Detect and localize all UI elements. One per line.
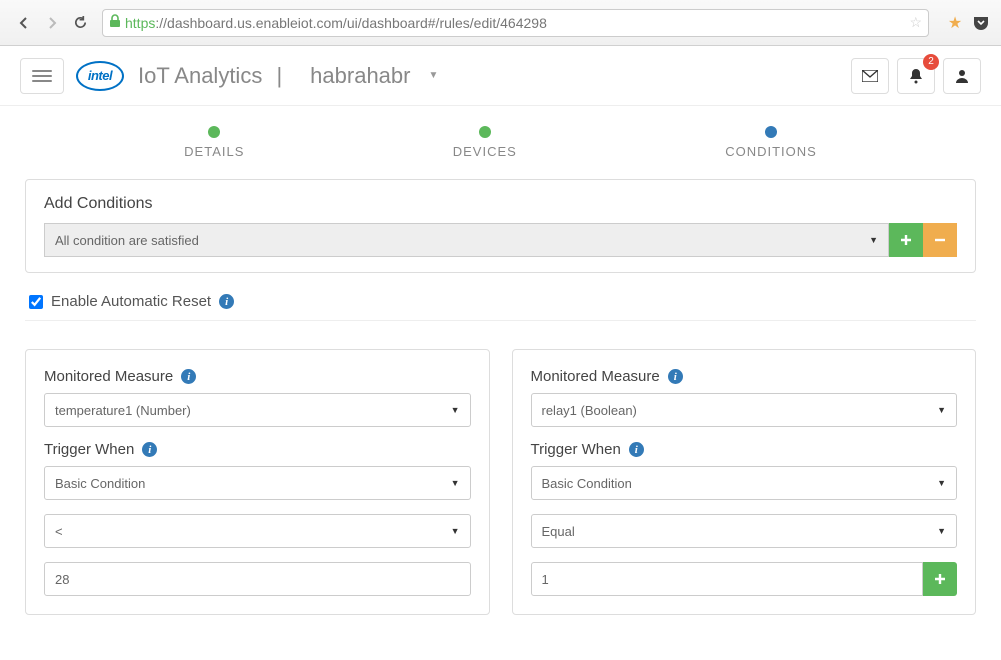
operator-select[interactable]: Equal [531, 514, 958, 548]
auto-reset-row: Enable Automatic Reset i [25, 287, 976, 321]
measure-value: relay1 (Boolean) [542, 403, 637, 418]
operator-value: < [55, 524, 63, 539]
browser-chrome: https ://dashboard.us.enableiot.com/ui/d… [0, 0, 1001, 46]
bookmark-star-icon[interactable]: ☆ [909, 14, 922, 31]
mail-button[interactable] [851, 58, 889, 94]
step-dot-done-icon [479, 126, 491, 138]
step-dot-active-icon [765, 126, 777, 138]
brand-label: IoT Analytics | [138, 63, 290, 89]
panel-title: Add Conditions [44, 195, 957, 213]
app-topbar: intel IoT Analytics | habrahabr ▼ 2 [0, 46, 1001, 106]
threshold-row: 1 [531, 562, 958, 596]
topbar-actions: 2 [851, 58, 981, 94]
url-path: ://dashboard.us.enableiot.com/ui/dashboa… [155, 15, 547, 31]
monitored-measure-label: Monitored Measure i [44, 368, 471, 385]
operator-value: Equal [542, 524, 575, 539]
brand-text: IoT Analytics [138, 63, 262, 88]
trigger-when-label: Trigger When i [531, 441, 958, 458]
notifications-button[interactable]: 2 [897, 58, 935, 94]
main-content: Add Conditions All condition are satisfi… [0, 179, 1001, 615]
info-icon[interactable]: i [629, 442, 644, 457]
user-button[interactable] [943, 58, 981, 94]
auto-reset-checkbox[interactable] [29, 295, 43, 309]
page-content: intel IoT Analytics | habrahabr ▼ 2 DETA… [0, 46, 1001, 660]
trigger-type-value: Basic Condition [542, 476, 632, 491]
pocket-icon[interactable] [971, 13, 991, 33]
brand-divider: | [276, 63, 282, 88]
condition-mode-value: All condition are satisfied [55, 233, 199, 248]
threshold-value: 1 [542, 572, 549, 587]
caret-down-icon: ▼ [428, 70, 438, 81]
info-icon[interactable]: i [219, 294, 234, 309]
url-protocol: https [125, 15, 155, 31]
extension-icons: ★ [945, 13, 991, 33]
back-button[interactable] [10, 9, 38, 37]
step-label: DEVICES [453, 144, 517, 159]
favorite-icon[interactable]: ★ [945, 13, 965, 33]
step-devices[interactable]: DEVICES [453, 126, 517, 159]
notification-badge: 2 [923, 54, 939, 70]
condition-mode-select[interactable]: All condition are satisfied [44, 223, 889, 257]
trigger-type-value: Basic Condition [55, 476, 145, 491]
add-condition-button[interactable] [889, 223, 923, 257]
wizard-steps: DETAILS DEVICES CONDITIONS [0, 106, 1001, 179]
step-label: CONDITIONS [725, 144, 817, 159]
threshold-value: 28 [55, 572, 69, 587]
menu-button[interactable] [20, 58, 64, 94]
reload-button[interactable] [66, 9, 94, 37]
monitored-measure-label: Monitored Measure i [531, 368, 958, 385]
trigger-when-label: Trigger When i [44, 441, 471, 458]
lock-icon [109, 14, 121, 31]
step-dot-done-icon [208, 126, 220, 138]
condition-card-2: Monitored Measure i relay1 (Boolean) Tri… [512, 349, 977, 615]
remove-condition-button[interactable] [923, 223, 957, 257]
measure-value: temperature1 (Number) [55, 403, 191, 418]
condition-columns: Monitored Measure i temperature1 (Number… [25, 349, 976, 615]
add-value-button[interactable] [923, 562, 957, 596]
step-label: DETAILS [184, 144, 244, 159]
operator-select[interactable]: < [44, 514, 471, 548]
trigger-type-select[interactable]: Basic Condition [44, 466, 471, 500]
trigger-type-select[interactable]: Basic Condition [531, 466, 958, 500]
threshold-input[interactable]: 1 [531, 562, 924, 596]
auto-reset-label: Enable Automatic Reset [51, 293, 211, 310]
condition-mode-row: All condition are satisfied [44, 223, 957, 257]
info-icon[interactable]: i [181, 369, 196, 384]
add-conditions-panel: Add Conditions All condition are satisfi… [25, 179, 976, 273]
intel-logo: intel [76, 61, 124, 91]
step-conditions[interactable]: CONDITIONS [725, 126, 817, 159]
account-dropdown[interactable]: habrahabr ▼ [310, 63, 438, 89]
info-icon[interactable]: i [142, 442, 157, 457]
measure-select[interactable]: relay1 (Boolean) [531, 393, 958, 427]
threshold-input[interactable]: 28 [44, 562, 471, 596]
condition-card-1: Monitored Measure i temperature1 (Number… [25, 349, 490, 615]
info-icon[interactable]: i [668, 369, 683, 384]
measure-select[interactable]: temperature1 (Number) [44, 393, 471, 427]
account-name: habrahabr [310, 63, 410, 89]
step-details[interactable]: DETAILS [184, 126, 244, 159]
url-bar[interactable]: https ://dashboard.us.enableiot.com/ui/d… [102, 9, 929, 37]
forward-button[interactable] [38, 9, 66, 37]
